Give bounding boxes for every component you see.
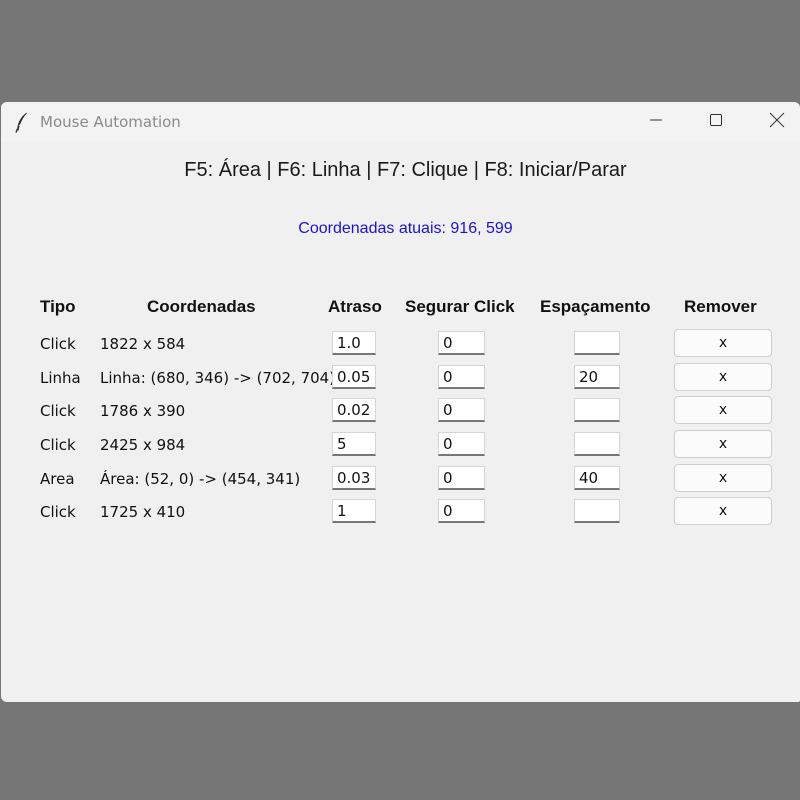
atraso-input[interactable]: 0.03: [332, 466, 376, 490]
row-coordenadas: 1822 x 584: [100, 335, 186, 353]
remove-button[interactable]: x: [674, 396, 772, 424]
segurar-input[interactable]: 0: [438, 398, 485, 422]
minimize-icon: [649, 113, 663, 132]
espacamento-input[interactable]: [574, 398, 620, 422]
segurar-input[interactable]: 0: [438, 331, 485, 355]
segurar-input[interactable]: 0: [438, 499, 485, 523]
title-bar[interactable]: Mouse Automation: [1, 102, 800, 142]
header-segurar-click: Segurar Click: [405, 297, 515, 316]
row-tipo: Click: [40, 335, 76, 353]
hotkeys-label: F5: Área | F6: Linha | F7: Clique | F8: …: [184, 159, 627, 181]
minimize-button[interactable]: [626, 102, 686, 142]
row-tipo: Area: [40, 470, 75, 488]
row-tipo: Linha: [40, 369, 81, 387]
header-tipo: Tipo: [40, 297, 76, 316]
espacamento-input[interactable]: 40: [574, 466, 620, 490]
segurar-input[interactable]: 0: [438, 466, 485, 490]
atraso-input[interactable]: 0.05: [332, 365, 376, 389]
segurar-input[interactable]: 0: [438, 365, 485, 389]
row-tipo: Click: [40, 503, 76, 521]
app-window: Mouse Automation F5: Área | F6: Linha | …: [1, 102, 800, 702]
espacamento-input[interactable]: [574, 432, 620, 456]
row-tipo: Click: [40, 402, 76, 420]
remove-button[interactable]: x: [674, 363, 772, 391]
header-atraso: Atraso: [328, 297, 382, 316]
remove-button[interactable]: x: [674, 329, 772, 357]
row-coordenadas: 1786 x 390: [100, 402, 186, 420]
row-coordenadas: 1725 x 410: [100, 503, 186, 521]
header-remover: Remover: [684, 297, 757, 316]
atraso-input[interactable]: 5: [332, 432, 376, 456]
close-button[interactable]: [747, 102, 800, 142]
segurar-input[interactable]: 0: [438, 432, 485, 456]
feather-icon: [14, 111, 30, 133]
current-coords-label: Coordenadas atuais: 916, 599: [298, 220, 513, 237]
espacamento-input[interactable]: 20: [574, 365, 620, 389]
maximize-icon: [709, 113, 723, 132]
row-coordenadas: 2425 x 984: [100, 436, 186, 454]
window-title: Mouse Automation: [40, 113, 181, 131]
row-tipo: Click: [40, 436, 76, 454]
atraso-input[interactable]: 0.02: [332, 398, 376, 422]
header-coordenadas: Coordenadas: [147, 297, 256, 316]
espacamento-input[interactable]: [574, 331, 620, 355]
espacamento-input[interactable]: [574, 499, 620, 523]
row-coordenadas: Linha: (680, 346) -> (702, 704): [100, 369, 336, 387]
close-icon: [769, 112, 785, 133]
header-espacamento: Espaçamento: [540, 297, 651, 316]
remove-button[interactable]: x: [674, 464, 772, 492]
remove-button[interactable]: x: [674, 497, 772, 525]
remove-button[interactable]: x: [674, 430, 772, 458]
atraso-input[interactable]: 1.0: [332, 331, 376, 355]
row-coordenadas: Área: (52, 0) -> (454, 341): [100, 470, 301, 488]
maximize-button[interactable]: [686, 102, 746, 142]
atraso-input[interactable]: 1: [332, 499, 376, 523]
